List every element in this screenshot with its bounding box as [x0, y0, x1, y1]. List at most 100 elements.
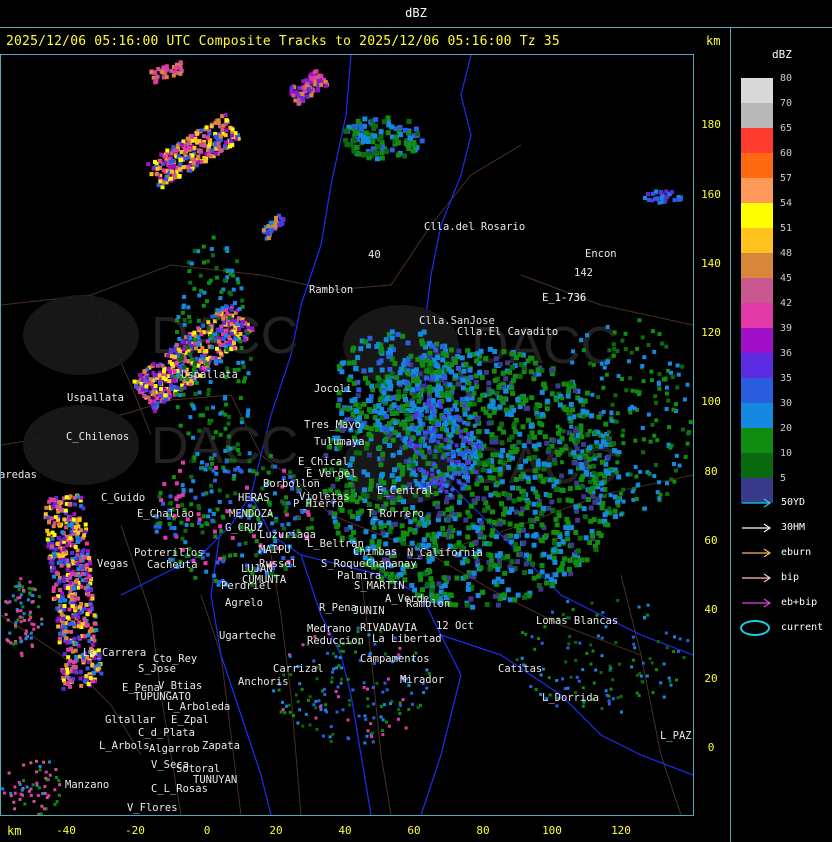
reflectivity-pixel — [514, 523, 520, 529]
place-label: Anchoris — [238, 676, 289, 688]
reflectivity-pixel — [70, 550, 74, 555]
reflectivity-pixel — [167, 165, 172, 170]
reflectivity-pixel — [386, 421, 392, 427]
reflectivity-pixel — [433, 433, 438, 438]
reflectivity-pixel — [186, 140, 191, 145]
reflectivity-pixel — [407, 135, 413, 141]
reflectivity-pixel — [341, 360, 347, 366]
reflectivity-pixel — [456, 448, 460, 453]
reflectivity-pixel — [272, 689, 276, 693]
reflectivity-pixel — [366, 704, 370, 708]
reflectivity-pixel — [227, 415, 232, 419]
reflectivity-pixel — [455, 407, 459, 412]
reflectivity-pixel — [493, 593, 499, 599]
reflectivity-pixel — [547, 676, 551, 680]
reflectivity-pixel — [192, 455, 197, 460]
reflectivity-pixel — [436, 513, 442, 519]
reflectivity-pixel — [567, 557, 573, 563]
reflectivity-pixel — [474, 470, 479, 474]
reflectivity-pixel — [288, 470, 293, 475]
reflectivity-pixel — [662, 377, 666, 382]
reflectivity-pixel — [415, 450, 420, 455]
reflectivity-pixel — [463, 517, 469, 523]
reflectivity-pixel — [91, 634, 96, 639]
reflectivity-pixel — [479, 477, 485, 483]
reflectivity-pixel — [427, 445, 432, 450]
reflectivity-pixel — [300, 92, 305, 96]
reflectivity-pixel — [181, 460, 185, 465]
reflectivity-pixel — [602, 365, 607, 370]
reflectivity-pixel — [332, 511, 338, 517]
reflectivity-pixel — [433, 449, 438, 454]
reflectivity-pixel — [52, 521, 57, 526]
reflectivity-pixel — [365, 397, 371, 403]
reflectivity-pixel — [493, 452, 499, 458]
reflectivity-pixel — [509, 455, 515, 461]
reflectivity-pixel — [502, 592, 507, 598]
reflectivity-pixel — [566, 388, 572, 394]
reflectivity-pixel — [424, 368, 430, 374]
reflectivity-pixel — [449, 458, 454, 463]
reflectivity-pixel — [1, 787, 5, 791]
reflectivity-pixel — [669, 370, 674, 375]
x-tick-label: 40 — [338, 824, 352, 837]
reflectivity-pixel — [573, 504, 579, 510]
reflectivity-pixel — [249, 326, 254, 331]
reflectivity-pixel — [361, 487, 367, 493]
reflectivity-pixel — [530, 635, 534, 639]
reflectivity-pixel — [520, 506, 526, 512]
reflectivity-pixel — [92, 613, 97, 618]
reflectivity-pixel — [385, 688, 389, 692]
reflectivity-pixel — [69, 629, 73, 634]
reflectivity-pixel — [155, 396, 160, 401]
reflectivity-pixel — [557, 450, 563, 456]
radar-map-canvas[interactable]: DACCDACCDACCDACC Clla.del RosarioEnconRa… — [1, 55, 693, 815]
reflectivity-pixel — [532, 509, 538, 515]
reflectivity-pixel — [339, 410, 345, 416]
reflectivity-pixel — [443, 410, 448, 415]
reflectivity-pixel — [180, 310, 185, 315]
reflectivity-pixel — [79, 683, 84, 688]
reflectivity-pixel — [587, 429, 592, 433]
reflectivity-pixel — [530, 561, 535, 567]
reflectivity-pixel — [32, 799, 36, 803]
reflectivity-pixel — [541, 667, 545, 671]
reflectivity-pixel — [168, 494, 173, 499]
reflectivity-pixel — [205, 406, 210, 411]
reflectivity-pixel — [534, 688, 538, 691]
reflectivity-pixel — [374, 426, 380, 432]
reflectivity-pixel — [153, 524, 158, 529]
reflectivity-pixel — [517, 431, 523, 437]
reflectivity-pixel — [642, 355, 647, 360]
reflectivity-pixel — [224, 118, 229, 123]
reflectivity-pixel — [462, 403, 467, 408]
reflectivity-pixel — [422, 691, 426, 694]
reflectivity-pixel — [483, 356, 489, 362]
reflectivity-pixel — [574, 480, 580, 486]
reflectivity-pixel — [418, 577, 424, 582]
reflectivity-pixel — [396, 389, 402, 395]
reflectivity-pixel — [538, 510, 544, 516]
reflectivity-pixel — [516, 528, 522, 533]
reflectivity-pixel — [273, 519, 278, 523]
reflectivity-pixel — [600, 459, 605, 465]
reflectivity-pixel — [470, 604, 476, 610]
reflectivity-pixel — [641, 661, 645, 665]
reflectivity-pixel — [363, 375, 368, 381]
radar-map[interactable]: DACCDACCDACCDACC Clla.del RosarioEnconRa… — [0, 54, 694, 816]
reflectivity-pixel — [553, 572, 559, 578]
reflectivity-pixel — [75, 548, 80, 553]
reflectivity-pixel — [398, 712, 402, 715]
reflectivity-pixel — [82, 606, 87, 611]
reflectivity-pixel — [566, 686, 570, 690]
reflectivity-pixel — [184, 147, 189, 152]
reflectivity-pixel — [19, 609, 23, 613]
reflectivity-pixel — [581, 686, 585, 690]
reflectivity-pixel — [436, 440, 441, 445]
reflectivity-pixel — [588, 480, 593, 484]
place-label: Potrerillos — [134, 547, 204, 559]
reflectivity-pixel — [326, 651, 329, 655]
reflectivity-pixel — [686, 431, 691, 436]
reflectivity-pixel — [537, 502, 542, 508]
reflectivity-pixel — [523, 561, 529, 567]
